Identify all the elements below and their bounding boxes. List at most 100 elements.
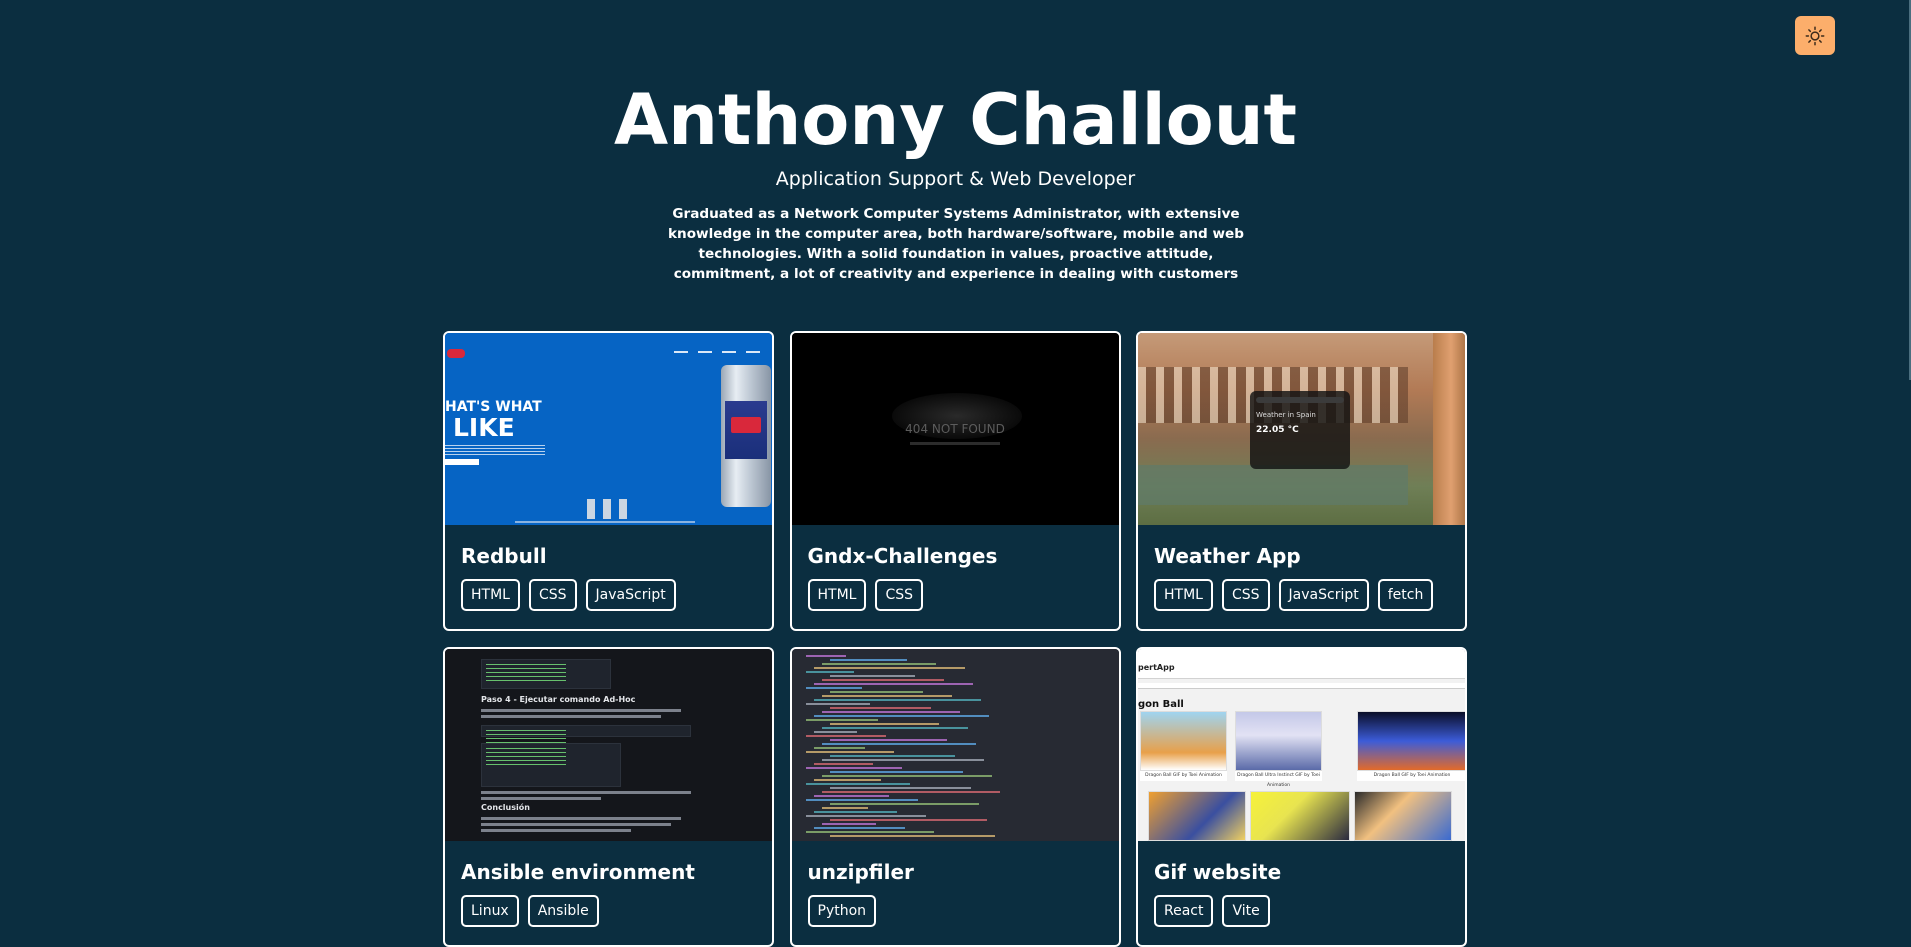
tech-tag: fetch <box>1377 579 1434 611</box>
project-title: Gndx-Challenges <box>807 544 998 568</box>
project-card[interactable]: Weather in Spain 22.05 °C Weather App HT… <box>1136 331 1467 631</box>
tag-list: Python <box>807 895 1103 927</box>
can-image <box>619 499 627 519</box>
code-line <box>821 791 1000 793</box>
page-title: Anthony Challout <box>613 79 1298 161</box>
gif-image <box>1354 791 1452 841</box>
code-line <box>829 787 971 789</box>
project-thumbnail <box>791 649 1119 841</box>
project-thumbnail: Paso 4 - Ejecutar comando Ad-Hoc Conclus… <box>445 649 772 841</box>
code-line <box>829 707 931 709</box>
tech-tag: Python <box>807 895 877 927</box>
gif-caption: Dragon Ball GIF by Toei Animation <box>1357 771 1465 781</box>
code-line <box>805 687 862 689</box>
section-heading: gon Ball <box>1138 699 1184 710</box>
gif-image <box>1357 711 1465 771</box>
text-line <box>481 817 681 820</box>
text-line <box>481 709 681 712</box>
project-card[interactable]: 404 NOT FOUND Gndx-Challenges HTML CSS <box>789 331 1121 631</box>
code-line <box>813 715 989 717</box>
thumbnail-headline: LIKE <box>453 413 515 442</box>
code-line <box>821 807 868 809</box>
code-line <box>805 783 910 785</box>
code-line <box>821 679 944 681</box>
tag-list: HTML CSS JavaScript fetch <box>1154 579 1449 611</box>
gif-image <box>1148 791 1246 841</box>
thumbnail-paragraph <box>445 445 545 455</box>
project-title: Ansible environment <box>461 860 695 884</box>
project-card[interactable]: unzipfiler Python <box>789 647 1121 947</box>
can-image <box>587 499 595 519</box>
weather-panel: Weather in Spain 22.05 °C <box>1250 391 1350 469</box>
project-thumbnail: Weather in Spain 22.05 °C <box>1138 333 1465 525</box>
sun-icon <box>1805 26 1825 45</box>
redbull-logo <box>447 349 465 358</box>
portfolio-page: Anthony Challout Application Support & W… <box>0 0 1911 947</box>
text-line <box>481 829 631 832</box>
water-image <box>1138 465 1408 505</box>
weather-search <box>1256 397 1344 403</box>
code-line <box>829 675 915 677</box>
code-line <box>821 759 984 761</box>
gif-image <box>1235 711 1322 771</box>
gif-image <box>1250 791 1350 841</box>
code-line <box>829 803 979 805</box>
project-card[interactable]: Paso 4 - Ejecutar comando Ad-Hoc Conclus… <box>443 647 774 947</box>
text-line <box>481 823 671 826</box>
project-title: unzipfiler <box>807 860 914 884</box>
code-line <box>805 655 846 657</box>
thumbnail-button <box>445 459 479 465</box>
code-line <box>821 727 968 729</box>
page-subtitle: Application Support & Web Developer <box>775 168 1136 190</box>
code-line <box>805 703 870 705</box>
projects-grid: HAT'S WHAT LIKE Redbull HTML CSS JavaScr… <box>443 331 1467 947</box>
code-line <box>829 659 907 661</box>
code-line <box>805 767 902 769</box>
pillar-image <box>1433 333 1465 525</box>
project-thumbnail: pertApp gon Ball Dragon Ball GIF by Toei… <box>1138 649 1465 841</box>
can-image <box>721 365 771 507</box>
code-line <box>805 831 934 833</box>
app-search <box>1138 683 1465 689</box>
code-line <box>829 723 939 725</box>
tech-tag: React <box>1154 895 1214 927</box>
project-title: Weather App <box>1154 544 1301 568</box>
code-line <box>813 667 965 669</box>
tech-tag: HTML <box>461 579 520 611</box>
tag-list: HTML CSS <box>807 579 1103 611</box>
code-line <box>813 779 881 781</box>
code-line <box>821 711 960 713</box>
app-brand: pertApp <box>1138 663 1175 672</box>
thumbnail-nav <box>674 351 760 353</box>
code-line <box>805 735 886 737</box>
tech-tag: Linux <box>461 895 519 927</box>
code-line <box>805 799 918 801</box>
weather-city: Weather in Spain <box>1256 411 1316 419</box>
can-image <box>603 499 611 519</box>
thumbnail-heading: Conclusión <box>481 803 530 812</box>
thumbnail-footer <box>515 521 695 523</box>
project-card[interactable]: HAT'S WHAT LIKE Redbull HTML CSS JavaScr… <box>443 331 774 631</box>
tag-list: HTML CSS JavaScript <box>461 579 756 611</box>
project-card[interactable]: pertApp gon Ball Dragon Ball GIF by Toei… <box>1136 647 1467 947</box>
code-line <box>821 775 992 777</box>
tech-tag: CSS <box>875 579 924 611</box>
code-line <box>821 695 952 697</box>
thumbnail-subtext <box>910 441 1000 445</box>
code-line <box>813 811 897 813</box>
code-block <box>481 659 611 689</box>
code-line <box>829 835 995 837</box>
tech-tag: CSS <box>528 579 577 611</box>
project-thumbnail: 404 NOT FOUND <box>791 333 1119 525</box>
code-block <box>481 743 621 787</box>
theme-toggle-button[interactable] <box>1795 16 1835 55</box>
app-header <box>1138 649 1465 679</box>
code-line <box>829 739 947 741</box>
weather-temp: 22.05 °C <box>1256 425 1299 435</box>
gif-image <box>1140 711 1227 771</box>
code-line <box>813 795 889 797</box>
project-thumbnail: HAT'S WHAT LIKE <box>445 333 772 525</box>
tech-tag: HTML <box>1154 579 1213 611</box>
code-line <box>805 815 926 817</box>
code-line <box>805 671 854 673</box>
